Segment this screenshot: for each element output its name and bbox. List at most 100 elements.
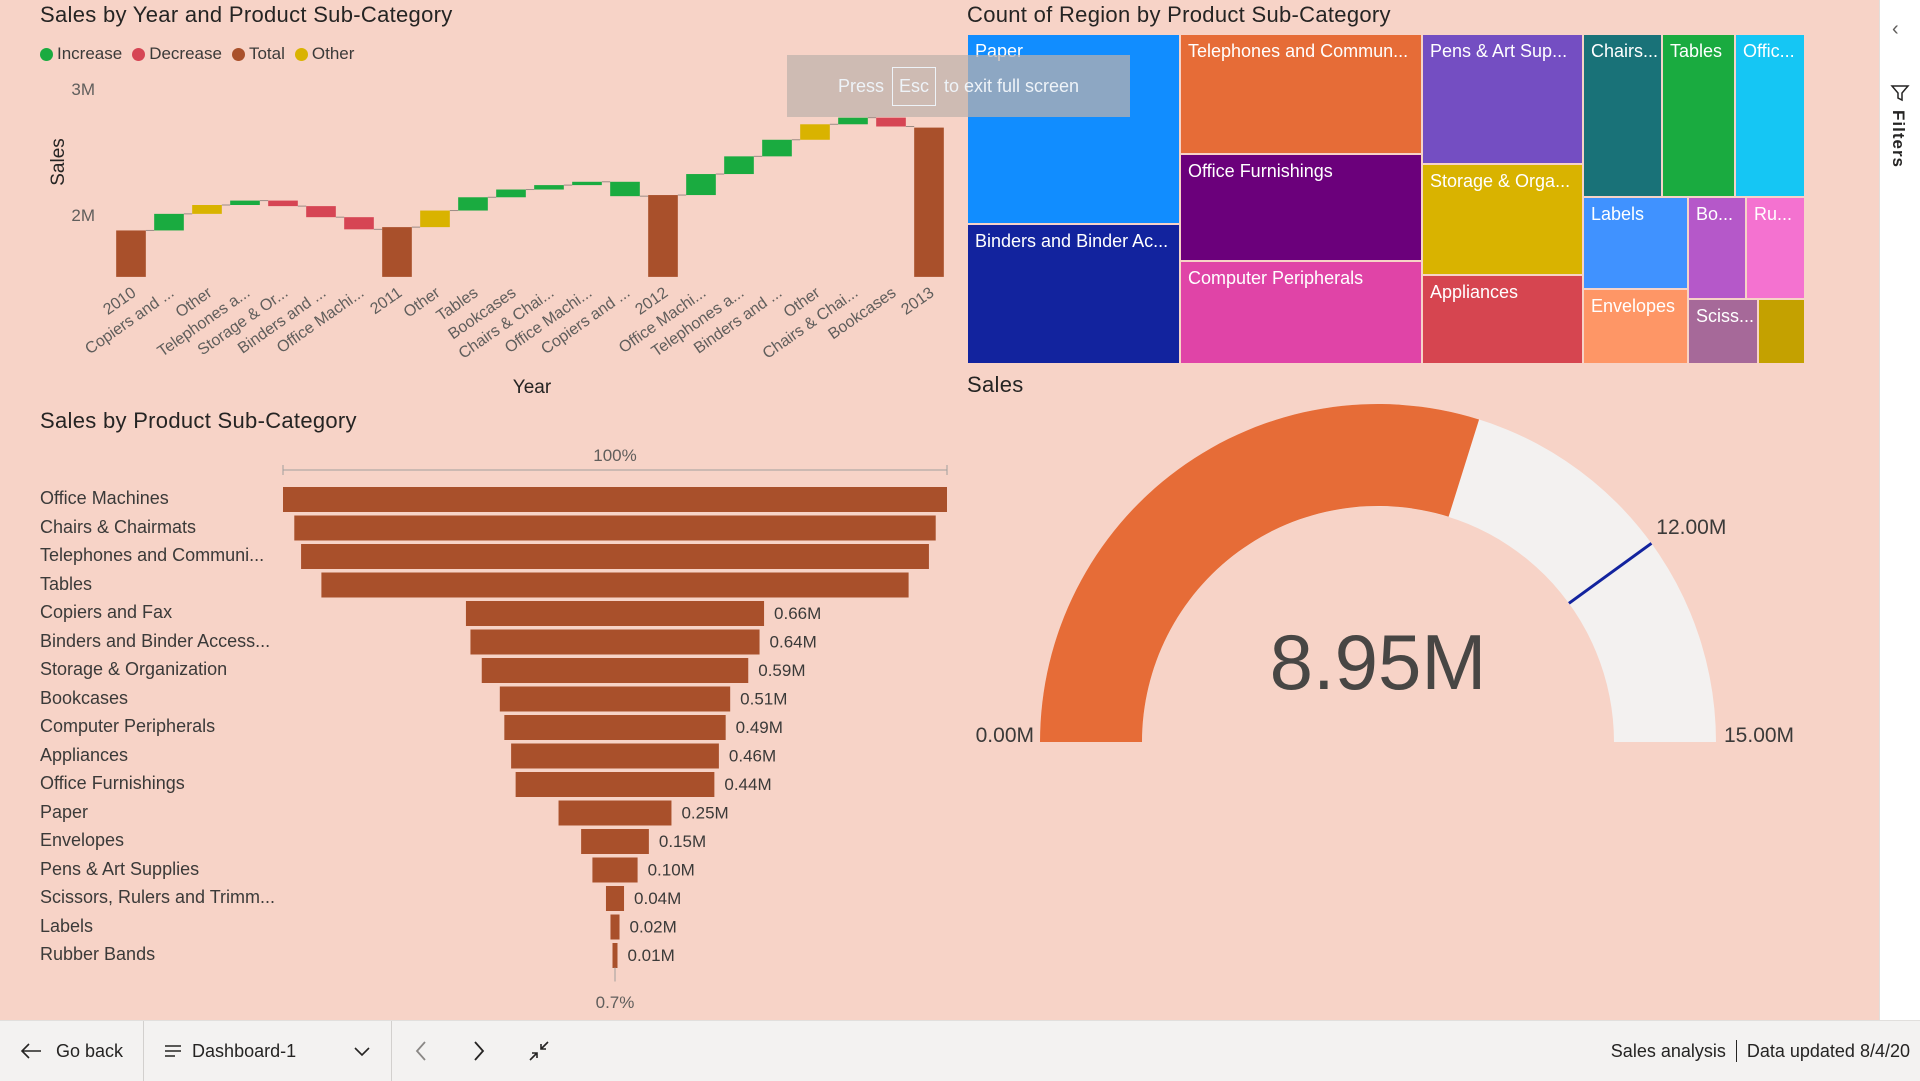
report-info: Sales analysis Data updated 8/4/20: [1611, 1021, 1910, 1081]
waterfall-bar[interactable]: [306, 206, 336, 218]
funnel-bar[interactable]: [610, 914, 620, 940]
funnel-bar[interactable]: [558, 800, 672, 826]
funnel-category-label: Labels: [40, 915, 94, 936]
waterfall-bar[interactable]: [268, 200, 298, 207]
funnel-bar[interactable]: [470, 629, 760, 655]
funnel-data-label: 0.46M: [729, 747, 776, 766]
funnel-bar[interactable]: [481, 658, 749, 683]
funnel-bar[interactable]: [592, 857, 638, 883]
funnel-bar[interactable]: [283, 487, 947, 512]
ytick-3m: 3M: [71, 80, 95, 99]
funnel-category-label: Telephones and Communi...: [40, 545, 265, 565]
previous-page-button[interactable]: [392, 1021, 450, 1081]
treemap-cell-label: Telephones and Commun...: [1188, 41, 1409, 61]
funnel-category-label: Bookcases: [40, 687, 129, 708]
treemap-cell-computer-peripherals[interactable]: Computer Peripherals: [1180, 261, 1422, 364]
funnel-category-label: Pens & Art Supplies: [40, 858, 200, 879]
funnel-data-label: 0.10M: [648, 861, 695, 880]
waterfall-bar[interactable]: [458, 197, 488, 211]
go-back-label: Go back: [56, 1040, 124, 1061]
waterfall-bar[interactable]: [876, 117, 906, 127]
waterfall-bar[interactable]: [230, 200, 260, 206]
waterfall-bar[interactable]: [496, 189, 526, 198]
treemap-cell-scissors[interactable]: Sciss...: [1688, 299, 1758, 364]
treemap-cell-bookcases[interactable]: Bo...: [1688, 197, 1746, 299]
treemap-cell-rubber-bands[interactable]: Ru...: [1746, 197, 1805, 299]
next-page-button[interactable]: [450, 1021, 508, 1081]
funnel-data-label: 0.49M: [736, 718, 783, 737]
waterfall-bar[interactable]: [686, 174, 716, 196]
list-icon: [165, 1045, 182, 1057]
treemap-cell-tables[interactable]: Tables: [1662, 34, 1735, 197]
waterfall-bar[interactable]: [420, 210, 450, 228]
funnel-category-label: Office Furnishings: [40, 773, 185, 793]
waterfall-bar[interactable]: [344, 217, 374, 230]
funnel-bar[interactable]: [499, 686, 731, 712]
funnel-bar[interactable]: [504, 715, 726, 740]
report-info-divider: [1735, 1040, 1737, 1062]
funnel-data-label: 0.04M: [634, 889, 681, 908]
funnel-category-label: Rubber Bands: [40, 944, 156, 964]
treemap-cell-label: Ru...: [1754, 204, 1793, 224]
waterfall-bar[interactable]: [610, 181, 640, 197]
treemap-cell-office-machines[interactable]: Offic...: [1735, 34, 1805, 197]
funnel-bar[interactable]: [612, 943, 618, 968]
funnel-bar[interactable]: [294, 515, 936, 541]
gauge-target-label: 12.00M: [1656, 516, 1726, 539]
filters-label[interactable]: Filters: [1888, 110, 1908, 168]
funnel-data-label: 0.44M: [724, 775, 771, 794]
funnel-category-label: Copiers and Fax: [40, 602, 173, 622]
treemap-cell-appliances[interactable]: Appliances: [1422, 275, 1583, 364]
waterfall-bar[interactable]: [914, 127, 944, 277]
treemap-cell-label: Chairs...: [1591, 41, 1659, 61]
arrow-left-icon: [20, 1043, 41, 1059]
waterfall-ylabel: Sales: [48, 138, 69, 186]
funnel-bar[interactable]: [605, 886, 625, 911]
treemap-cell-label: Appliances: [1430, 282, 1519, 302]
waterfall-bar[interactable]: [382, 227, 412, 277]
gauge-chart: 8.95M 0.00M 15.00M 12.00M: [976, 404, 1794, 747]
waterfall-bar[interactable]: [724, 156, 754, 175]
treemap-cell-copiers[interactable]: [1758, 299, 1805, 364]
chevron-right-icon: [474, 1041, 485, 1061]
treemap-cell-label: Envelopes: [1591, 296, 1676, 316]
waterfall-tick-label: 2011: [367, 284, 405, 318]
funnel-bar[interactable]: [465, 601, 765, 626]
treemap-cell-pens[interactable]: Pens & Art Sup...: [1422, 34, 1583, 164]
expand-filters-chevron-icon[interactable]: ‹: [1892, 18, 1899, 41]
funnel-bar[interactable]: [321, 572, 909, 598]
waterfall-bar[interactable]: [192, 205, 222, 214]
waterfall-bar[interactable]: [838, 117, 868, 125]
waterfall-bar[interactable]: [534, 185, 564, 190]
waterfall-bar[interactable]: [762, 139, 792, 157]
treemap-cell-storage[interactable]: Storage & Orga...: [1422, 164, 1583, 275]
treemap-cell-label: Offic...: [1743, 41, 1795, 61]
funnel-category-label: Envelopes: [40, 830, 125, 850]
waterfall-bar[interactable]: [648, 195, 678, 277]
treemap-cell-labels[interactable]: Labels: [1583, 197, 1688, 289]
funnel-bar[interactable]: [511, 743, 719, 769]
waterfall-bar[interactable]: [116, 230, 146, 277]
filter-icon[interactable]: [1889, 82, 1911, 104]
funnel-bar[interactable]: [301, 544, 929, 569]
page-selector-dropdown[interactable]: Dashboard-1: [144, 1021, 391, 1081]
funnel-category-label: Appliances: [40, 744, 129, 765]
treemap-cell-telephones[interactable]: Telephones and Commun...: [1180, 34, 1422, 154]
waterfall-bar[interactable]: [800, 124, 830, 140]
treemap-cell-binders[interactable]: Binders and Binder Ac...: [967, 224, 1180, 364]
funnel-bar[interactable]: [581, 829, 649, 854]
funnel-bar[interactable]: [515, 772, 715, 797]
funnel-data-label: 0.51M: [740, 690, 787, 709]
toast-press: Press: [837, 75, 884, 96]
treemap-cell-envelopes[interactable]: Envelopes: [1583, 289, 1688, 364]
treemap-cell-chairs[interactable]: Chairs...: [1583, 34, 1662, 197]
waterfall-bar[interactable]: [154, 213, 184, 231]
go-back-button[interactable]: Go back: [0, 1021, 143, 1081]
exit-fullscreen-button[interactable]: [508, 1021, 570, 1081]
treemap-cell-office-furnishings[interactable]: Office Furnishings: [1180, 154, 1422, 261]
funnel-title: Sales by Product Sub-Category: [40, 408, 357, 433]
waterfall-bar[interactable]: [572, 181, 602, 186]
funnel-data-label: 0.25M: [681, 804, 728, 823]
funnel-category-label: Binders and Binder Access...: [40, 630, 271, 651]
treemap-cell-label: Binders and Binder Ac...: [975, 231, 1169, 251]
